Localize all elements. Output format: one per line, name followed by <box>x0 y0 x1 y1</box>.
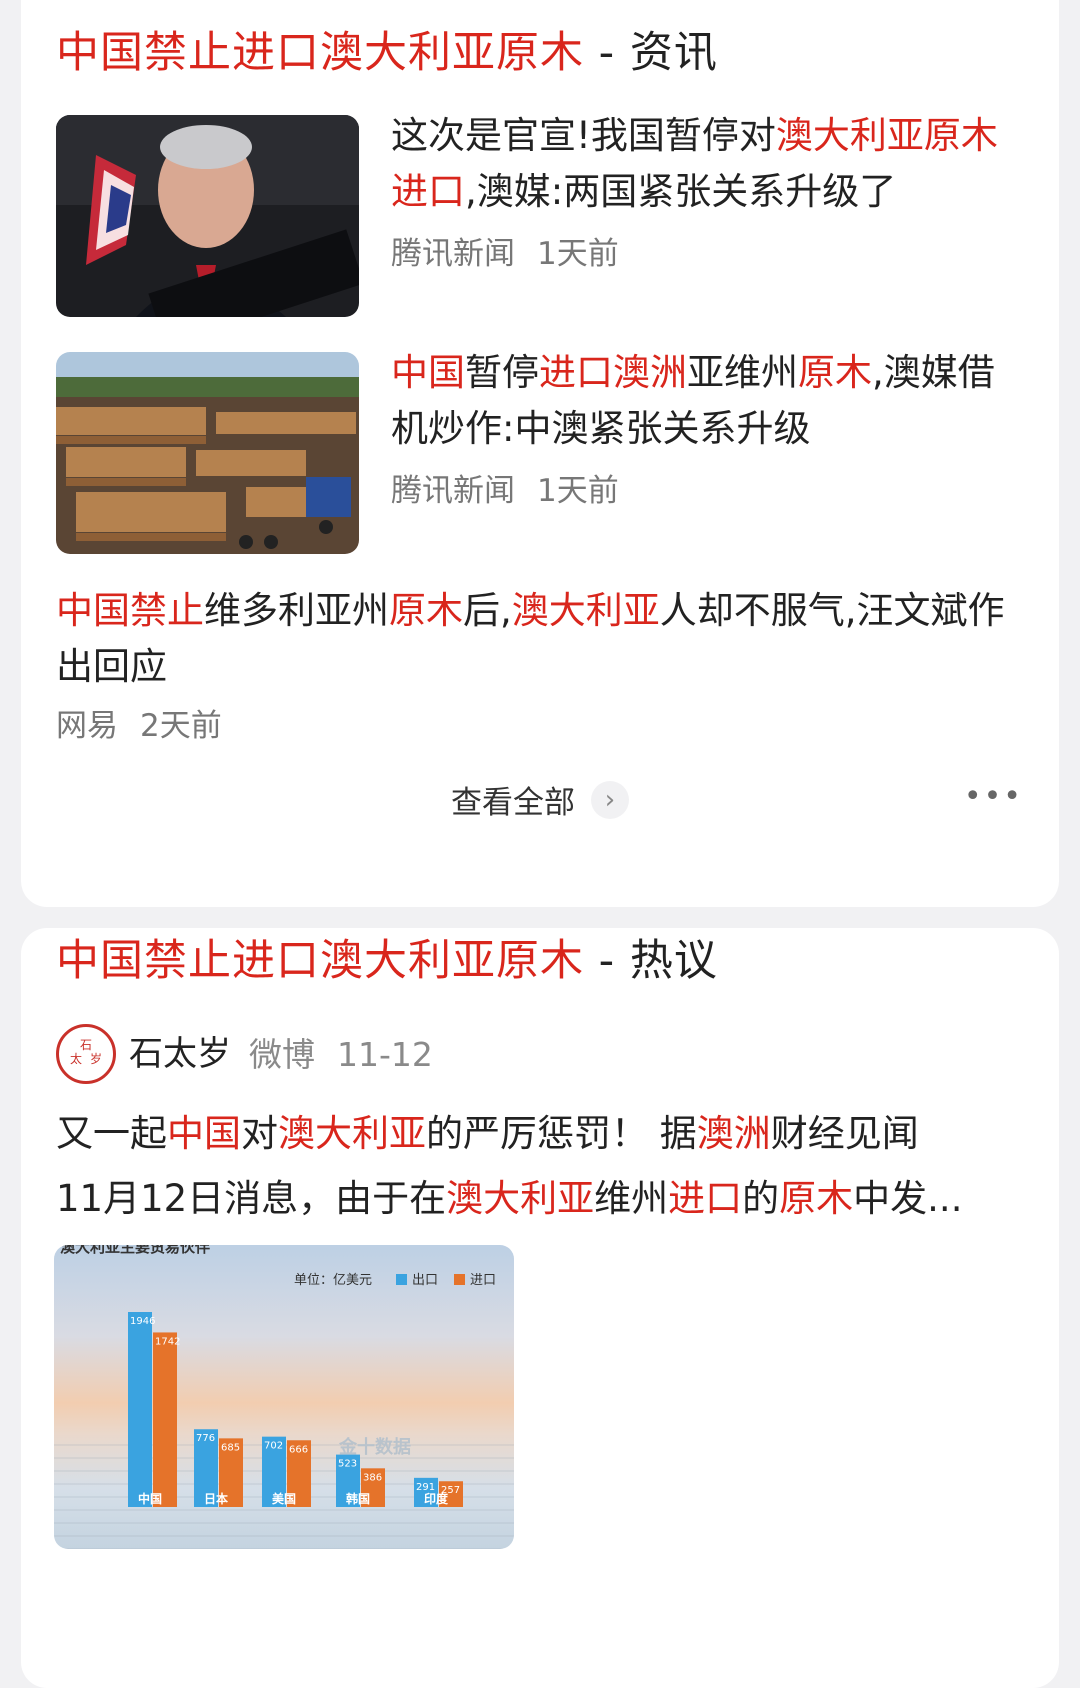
category-label: 中国 <box>138 1491 162 1506</box>
legend-swatch-export <box>396 1274 407 1285</box>
post-platform: 微博 <box>249 1035 315 1074</box>
category-label: 美国 <box>272 1491 296 1506</box>
news-card: 中国禁止进口澳大利亚原木 - 资讯 这次是官宣!我国暂停对澳大利亚原木进口,澳媒… <box>21 0 1059 907</box>
news-thumbnail-politician[interactable] <box>56 115 359 317</box>
news-source: 腾讯新闻 <box>391 236 515 272</box>
post-author[interactable]: 石太岁 <box>129 1026 231 1075</box>
bar-value-label: 1742 <box>155 1336 180 1347</box>
news-time: 1天前 <box>537 236 619 272</box>
news-item-title[interactable]: 这次是官宣!我国暂停对澳大利亚原木进口,澳媒:两国紧张关系升级了 <box>391 108 1011 220</box>
bar-进口-中国 <box>153 1332 177 1507</box>
discussion-section-title[interactable]: 中国禁止进口澳大利亚原木 - 热议 <box>56 926 718 988</box>
avatar-text: 石 <box>80 1038 92 1052</box>
post-meta: 微博 11-12 <box>249 1028 433 1076</box>
trade-chart: 澳大利亚主要贸易伙伴 单位：亿美元 出口 进口 金十数据 19461742中国7… <box>54 1245 514 1549</box>
news-item-title[interactable]: 中国暂停进口澳洲亚维州原木,澳媒借机炒作:中澳紧张关系升级 <box>391 345 1011 457</box>
news-source: 腾讯新闻 <box>391 473 515 509</box>
bar-value-label: 386 <box>363 1472 382 1483</box>
news-section-title[interactable]: 中国禁止进口澳大利亚原木 - 资讯 <box>56 18 718 80</box>
svg-text:岁: 岁 <box>90 1051 102 1066</box>
news-item-meta: 腾讯新闻 1天前 <box>391 228 619 273</box>
category-label: 日本 <box>204 1491 228 1506</box>
category-label: 印度 <box>424 1491 449 1506</box>
news-source: 网易 <box>56 708 118 744</box>
news-time: 1天前 <box>537 473 619 509</box>
bar-value-label: 685 <box>221 1442 240 1453</box>
legend-import: 进口 <box>470 1273 496 1288</box>
bar-value-label: 776 <box>196 1433 215 1444</box>
avatar[interactable]: 石 太 岁 <box>56 1024 116 1084</box>
post-date: 11-12 <box>337 1035 433 1074</box>
post-text-line-1[interactable]: 又一起中国对澳大利亚的严厉惩罚！ 据澳洲财经见闻 <box>56 1103 919 1157</box>
news-thumbnail-logs[interactable] <box>56 352 359 554</box>
post-image-chart[interactable]: 澳大利亚主要贸易伙伴 单位：亿美元 出口 进口 金十数据 1946 1742 中国 7… <box>54 1245 514 1549</box>
view-all-button[interactable]: 查看全部 › <box>451 777 629 822</box>
bar-value-label: 666 <box>289 1444 308 1455</box>
bar-value-label: 702 <box>264 1441 283 1452</box>
bar-出口-中国 <box>128 1312 152 1507</box>
news-item-meta: 网易 2天前 <box>56 700 222 745</box>
svg-text:太: 太 <box>70 1051 82 1066</box>
chevron-right-icon: › <box>591 780 629 819</box>
news-time: 2天前 <box>140 708 222 744</box>
post-text-line-2[interactable]: 11月12日消息，由于在澳大利亚维州进口的原木中发... <box>56 1168 962 1222</box>
legend-export: 出口 <box>412 1273 438 1288</box>
bar-value-label: 523 <box>338 1459 357 1470</box>
chart-title: 澳大利亚主要贸易伙伴 <box>60 1245 210 1256</box>
discussion-card: 中国禁止进口澳大利亚原木 - 热议 石 太 岁 石太岁 微博 11-12 又一起中… <box>21 928 1059 1688</box>
more-options-icon[interactable]: ••• <box>964 779 1023 814</box>
bar-value-label: 1946 <box>130 1316 155 1327</box>
chart-unit: 单位：亿美元 <box>294 1273 372 1288</box>
news-item-title[interactable]: 中国禁止维多利亚州原木后,澳大利亚人却不服气,汪文斌作出回应 <box>56 583 1016 695</box>
category-label: 韩国 <box>346 1491 370 1506</box>
news-item-meta: 腾讯新闻 1天前 <box>391 465 619 510</box>
legend-swatch-import <box>454 1274 465 1285</box>
